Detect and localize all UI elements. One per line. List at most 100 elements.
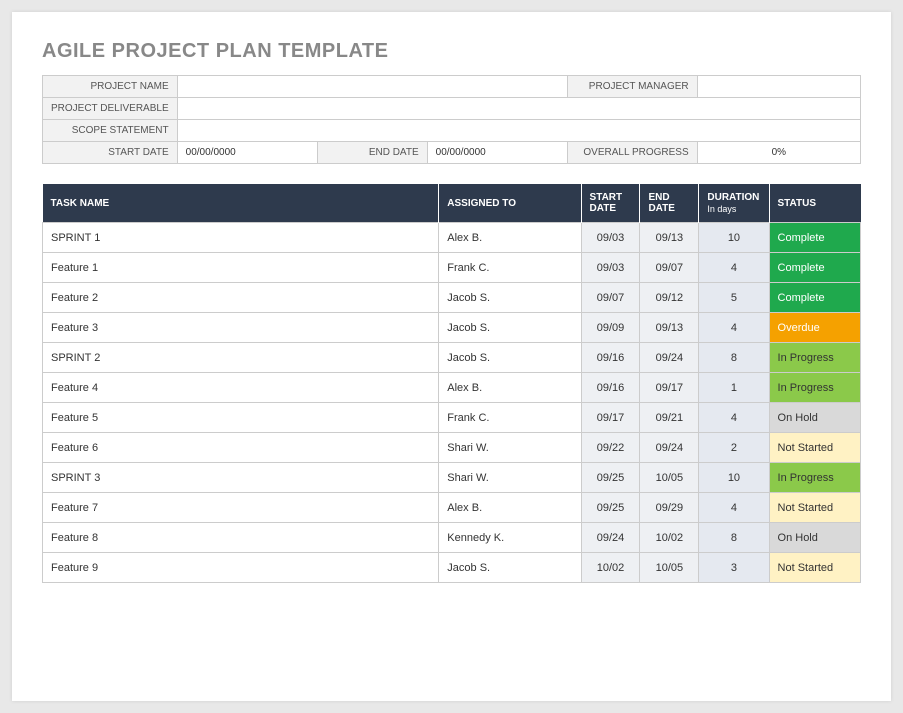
cell-assigned[interactable]: Jacob S. [439,343,581,373]
cell-start-date[interactable]: 09/17 [581,403,640,433]
cell-task[interactable]: Feature 9 [43,553,439,583]
cell-end-date[interactable]: 09/21 [640,403,699,433]
cell-task[interactable]: Feature 7 [43,493,439,523]
cell-start-date[interactable]: 09/24 [581,523,640,553]
meta-table: PROJECT NAME PROJECT MANAGER PROJECT DEL… [42,75,861,164]
col-header-start: START DATE [581,184,640,223]
cell-assigned[interactable]: Frank C. [439,403,581,433]
col-header-assigned: ASSIGNED TO [439,184,581,223]
col-header-end: END DATE [640,184,699,223]
cell-start-date[interactable]: 10/02 [581,553,640,583]
cell-status[interactable]: Complete [769,283,860,313]
cell-task[interactable]: Feature 5 [43,403,439,433]
cell-duration[interactable]: 4 [699,313,769,343]
cell-duration[interactable]: 10 [699,463,769,493]
project-manager-label: PROJECT MANAGER [567,76,697,98]
table-row: SPRINT 1Alex B.09/0309/1310Complete [43,223,861,253]
cell-status[interactable]: Not Started [769,433,860,463]
cell-duration[interactable]: 4 [699,403,769,433]
cell-status[interactable]: Not Started [769,553,860,583]
cell-start-date[interactable]: 09/22 [581,433,640,463]
end-date-field[interactable]: 00/00/0000 [427,142,567,164]
table-row: Feature 9Jacob S.10/0210/053Not Started [43,553,861,583]
cell-task[interactable]: Feature 8 [43,523,439,553]
cell-status[interactable]: On Hold [769,403,860,433]
cell-end-date[interactable]: 09/17 [640,373,699,403]
page-title: AGILE PROJECT PLAN TEMPLATE [42,40,861,63]
cell-end-date[interactable]: 10/05 [640,463,699,493]
cell-start-date[interactable]: 09/03 [581,223,640,253]
cell-status[interactable]: In Progress [769,343,860,373]
cell-end-date[interactable]: 09/24 [640,343,699,373]
start-date-label: START DATE [43,142,178,164]
cell-status[interactable]: Overdue [769,313,860,343]
cell-start-date[interactable]: 09/03 [581,253,640,283]
cell-duration[interactable]: 8 [699,523,769,553]
cell-assigned[interactable]: Alex B. [439,223,581,253]
project-name-field[interactable] [177,76,567,98]
cell-end-date[interactable]: 10/02 [640,523,699,553]
cell-end-date[interactable]: 09/24 [640,433,699,463]
cell-assigned[interactable]: Alex B. [439,493,581,523]
deliverable-field[interactable] [177,98,860,120]
cell-task[interactable]: SPRINT 3 [43,463,439,493]
page: AGILE PROJECT PLAN TEMPLATE PROJECT NAME… [12,12,891,701]
table-row: Feature 5Frank C.09/1709/214On Hold [43,403,861,433]
cell-assigned[interactable]: Shari W. [439,433,581,463]
cell-end-date[interactable]: 09/13 [640,223,699,253]
cell-assigned[interactable]: Jacob S. [439,313,581,343]
cell-duration[interactable]: 4 [699,253,769,283]
cell-start-date[interactable]: 09/25 [581,493,640,523]
cell-assigned[interactable]: Jacob S. [439,553,581,583]
cell-end-date[interactable]: 09/12 [640,283,699,313]
start-date-field[interactable]: 00/00/0000 [177,142,317,164]
table-row: Feature 3Jacob S.09/0909/134Overdue [43,313,861,343]
table-row: Feature 2Jacob S.09/0709/125Complete [43,283,861,313]
col-header-status: STATUS [769,184,860,223]
cell-status[interactable]: Complete [769,223,860,253]
scope-field[interactable] [177,120,860,142]
cell-task[interactable]: SPRINT 2 [43,343,439,373]
cell-status[interactable]: On Hold [769,523,860,553]
cell-duration[interactable]: 5 [699,283,769,313]
cell-duration[interactable]: 3 [699,553,769,583]
table-row: SPRINT 2Jacob S.09/1609/248In Progress [43,343,861,373]
deliverable-label: PROJECT DELIVERABLE [43,98,178,120]
cell-assigned[interactable]: Frank C. [439,253,581,283]
cell-duration[interactable]: 4 [699,493,769,523]
cell-start-date[interactable]: 09/25 [581,463,640,493]
cell-assigned[interactable]: Alex B. [439,373,581,403]
cell-task[interactable]: Feature 1 [43,253,439,283]
project-manager-field[interactable] [697,76,860,98]
cell-start-date[interactable]: 09/07 [581,283,640,313]
cell-end-date[interactable]: 10/05 [640,553,699,583]
cell-assigned[interactable]: Kennedy K. [439,523,581,553]
cell-status[interactable]: In Progress [769,463,860,493]
cell-task[interactable]: Feature 4 [43,373,439,403]
cell-end-date[interactable]: 09/29 [640,493,699,523]
table-row: Feature 4Alex B.09/1609/171In Progress [43,373,861,403]
end-date-label: END DATE [317,142,427,164]
cell-status[interactable]: In Progress [769,373,860,403]
cell-task[interactable]: Feature 2 [43,283,439,313]
cell-task[interactable]: Feature 6 [43,433,439,463]
cell-task[interactable]: Feature 3 [43,313,439,343]
cell-assigned[interactable]: Jacob S. [439,283,581,313]
cell-duration[interactable]: 2 [699,433,769,463]
cell-assigned[interactable]: Shari W. [439,463,581,493]
table-row: Feature 1Frank C.09/0309/074Complete [43,253,861,283]
cell-end-date[interactable]: 09/13 [640,313,699,343]
cell-duration[interactable]: 10 [699,223,769,253]
cell-task[interactable]: SPRINT 1 [43,223,439,253]
cell-status[interactable]: Not Started [769,493,860,523]
cell-end-date[interactable]: 09/07 [640,253,699,283]
cell-duration[interactable]: 1 [699,373,769,403]
table-row: SPRINT 3Shari W.09/2510/0510In Progress [43,463,861,493]
cell-start-date[interactable]: 09/09 [581,313,640,343]
overall-progress-label: OVERALL PROGRESS [567,142,697,164]
cell-start-date[interactable]: 09/16 [581,343,640,373]
cell-status[interactable]: Complete [769,253,860,283]
cell-start-date[interactable]: 09/16 [581,373,640,403]
table-row: Feature 7Alex B.09/2509/294Not Started [43,493,861,523]
cell-duration[interactable]: 8 [699,343,769,373]
